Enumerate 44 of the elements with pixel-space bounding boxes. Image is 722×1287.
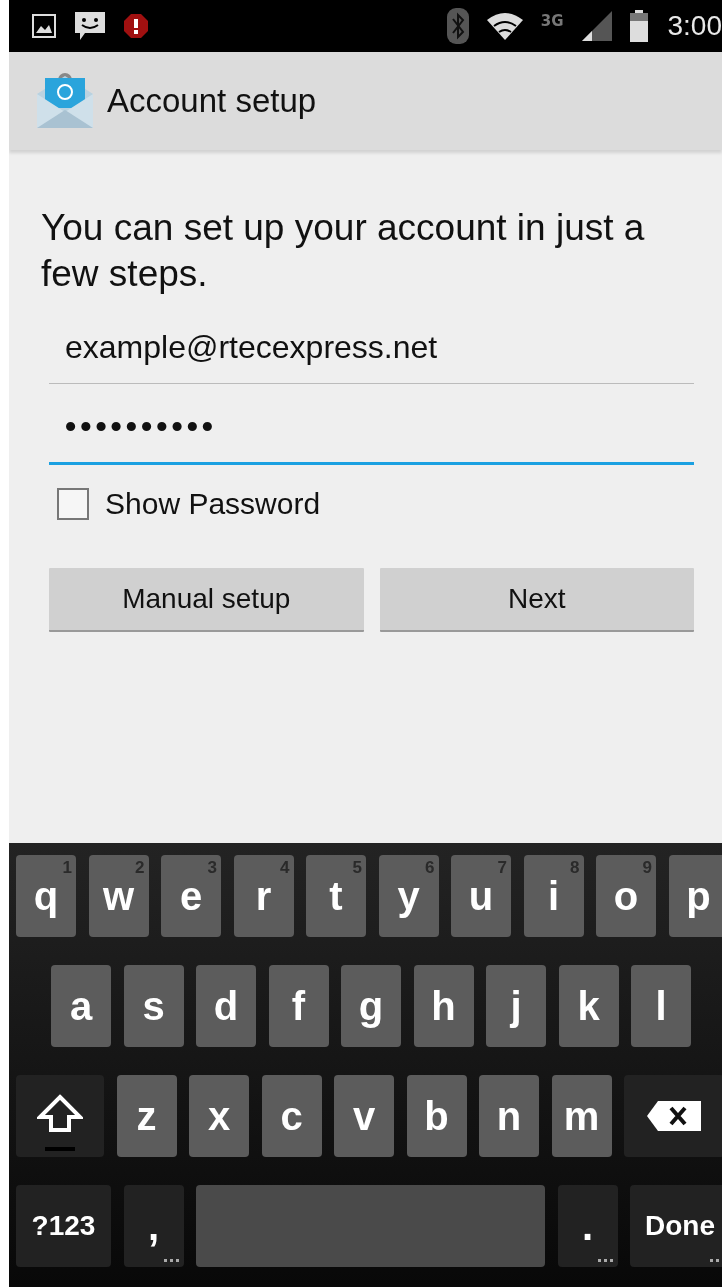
more-icon (597, 1259, 614, 1263)
done-key[interactable]: Done (630, 1185, 722, 1267)
key[interactable]: k (558, 965, 619, 1047)
intro-text: You can set up your account in just a few steps. (41, 206, 646, 296)
key[interactable]: h (413, 965, 474, 1047)
more-icon (163, 1259, 180, 1263)
key[interactable]: p (668, 855, 722, 937)
password-field[interactable]: •••••••••• (49, 398, 694, 465)
key[interactable]: f (268, 965, 329, 1047)
email-field[interactable]: example@rtecexpress.net (49, 319, 694, 384)
key[interactable]: j (486, 965, 546, 1047)
manual-setup-button[interactable]: Manual setup (49, 568, 364, 632)
key[interactable]: c (261, 1075, 322, 1157)
key[interactable]: n (479, 1075, 539, 1157)
punctuation-key[interactable]: , (123, 1185, 184, 1267)
key[interactable]: l (631, 965, 691, 1047)
checkbox-label: Show Password (105, 486, 321, 522)
key[interactable]: z (116, 1075, 177, 1157)
wifi-icon (484, 11, 525, 41)
symbols-key[interactable]: ?123 (16, 1185, 111, 1267)
key[interactable]: g (341, 965, 401, 1047)
checkbox[interactable] (57, 487, 89, 520)
battery-icon (629, 10, 648, 42)
image-icon (31, 13, 57, 39)
key[interactable]: m (551, 1075, 612, 1157)
key[interactable]: b (406, 1075, 467, 1157)
key[interactable]: a (51, 965, 111, 1047)
key[interactable]: x (189, 1075, 249, 1157)
key[interactable]: v (334, 1075, 394, 1157)
shift-key[interactable] (16, 1075, 104, 1157)
envelope-icon (35, 72, 95, 130)
alert-icon (123, 13, 149, 39)
app-bar-title: Account setup (107, 81, 317, 122)
key[interactable]: s (123, 965, 184, 1047)
more-icon (710, 1259, 722, 1263)
backspace-icon (646, 1100, 702, 1132)
delete-key[interactable] (624, 1075, 722, 1157)
punctuation-key[interactable]: . (557, 1185, 618, 1267)
clock: 3:00 (667, 9, 722, 43)
key[interactable]: d (196, 965, 256, 1047)
network-label: 3G (540, 11, 564, 32)
bluetooth-icon (446, 8, 469, 44)
next-button[interactable]: Next (379, 568, 694, 632)
caps-indicator-icon (45, 1147, 75, 1151)
